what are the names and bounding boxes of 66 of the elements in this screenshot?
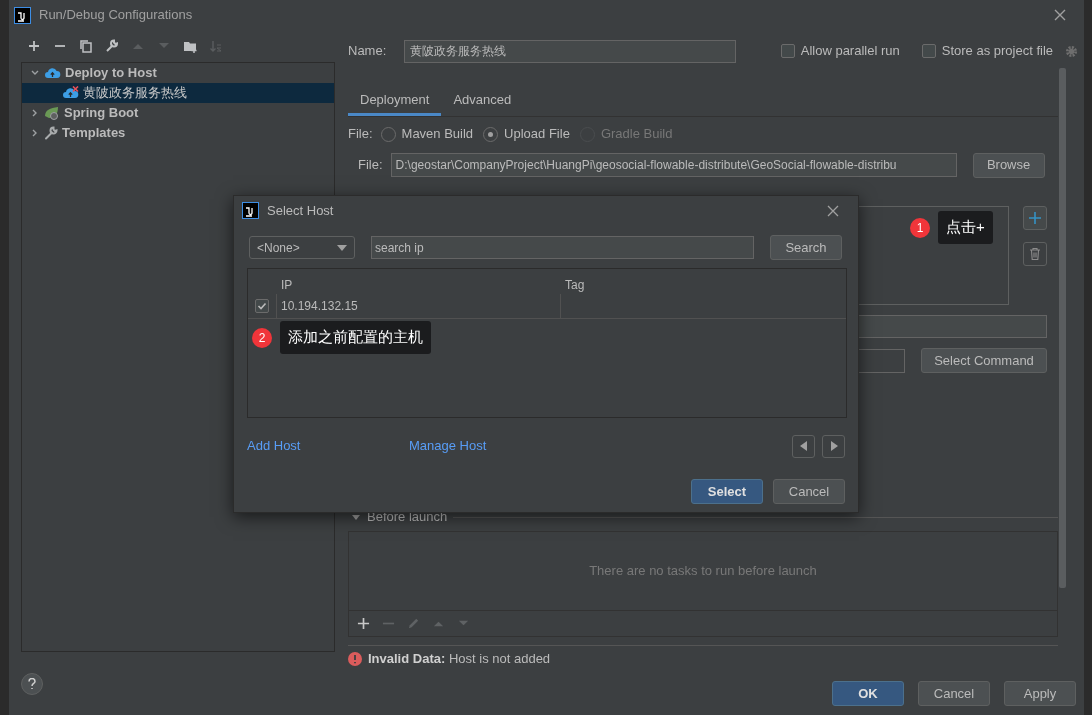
leaf-gear-icon (44, 106, 60, 120)
checkbox[interactable] (921, 44, 936, 58)
wrench-icon (44, 126, 58, 140)
copy-icon[interactable] (79, 39, 93, 53)
gear-icon[interactable] (1065, 44, 1078, 58)
dialog-button[interactable]: Select (691, 479, 763, 504)
file-path-field[interactable]: D:\geostar\CompanyProject\HuangPi\geosocial-flowable-distribute\GeoSocial-flowable-distribu (390, 153, 957, 177)
browse-button[interactable]: Browse (972, 152, 1045, 178)
tab[interactable]: Deployment (348, 86, 442, 116)
checkbox[interactable] (780, 44, 795, 58)
error-message: Invalid Data: Host is not added (368, 649, 551, 668)
tag-dropdown[interactable]: <None> (249, 236, 355, 259)
name-field[interactable]: 黄陂政务服务热线 (404, 39, 737, 63)
add-icon[interactable] (27, 39, 41, 53)
search-button[interactable]: Search (770, 235, 842, 260)
error-icon (348, 651, 362, 666)
check-icon (257, 301, 267, 311)
close-icon[interactable] (827, 204, 839, 217)
radio-label: Upload File (504, 125, 570, 144)
option-label: Allow parallel run (800, 42, 900, 61)
tree-item[interactable]: Spring Boot (22, 103, 334, 123)
wrench-icon[interactable] (105, 39, 119, 53)
cloud-error-icon (62, 86, 79, 100)
add-host-icon[interactable] (1023, 206, 1047, 230)
close-icon[interactable] (1053, 8, 1067, 22)
file-type-label: File: (348, 125, 373, 144)
new-folder-icon[interactable] (183, 39, 197, 53)
dialog-title: Select Host (267, 201, 334, 220)
cloud-upload-icon (44, 66, 61, 80)
search-field[interactable]: search ip (371, 236, 754, 259)
name-label: Name: (348, 42, 387, 61)
previous-page-icon[interactable] (792, 434, 815, 458)
tree-item[interactable]: Deploy to Host (22, 63, 334, 83)
option-label: Store as project file (941, 42, 1053, 61)
add-icon[interactable] (357, 617, 370, 630)
window-title: Run/Debug Configurations (39, 6, 193, 25)
radio-label: Maven Build (401, 125, 474, 144)
delete-icon[interactable] (1023, 242, 1047, 266)
radio-button[interactable] (380, 126, 396, 142)
tree-item[interactable]: Templates (22, 123, 334, 143)
question-mark-icon (27, 677, 37, 690)
dialog-button[interactable]: Cancel (773, 479, 845, 504)
select-command-button[interactable]: Select Command (921, 348, 1047, 373)
tab[interactable]: Advanced (441, 86, 524, 116)
app-logo-icon (242, 202, 259, 219)
column-header: Tag (564, 277, 585, 294)
radio-button[interactable] (483, 126, 499, 142)
app-logo-icon (14, 6, 31, 24)
dialog-button[interactable]: Apply (1004, 681, 1076, 706)
dialog-button[interactable]: OK (832, 681, 904, 706)
radio-label: Gradle Build (600, 125, 673, 144)
empty-message: There are no tasks to run before launch (589, 562, 817, 581)
next-page-icon[interactable] (822, 434, 845, 458)
ip-cell: 10.194.132.15 (277, 294, 561, 318)
file-label: File: (358, 156, 383, 175)
dropdown-arrow-icon (337, 244, 347, 251)
help-button[interactable] (21, 672, 43, 695)
link[interactable]: Manage Host (409, 436, 487, 456)
triangle-down-icon[interactable] (351, 512, 361, 522)
tree-item[interactable]: 黄陂政务服务热线 (22, 83, 334, 103)
callout-bubble: 点击+ (938, 211, 993, 244)
checkbox[interactable] (255, 299, 269, 313)
dialog-button[interactable]: Cancel (918, 681, 990, 706)
callout-bubble: 添加之前配置的主机 (280, 321, 431, 354)
column-header: IP (280, 277, 294, 294)
link[interactable]: Add Host (247, 436, 409, 456)
